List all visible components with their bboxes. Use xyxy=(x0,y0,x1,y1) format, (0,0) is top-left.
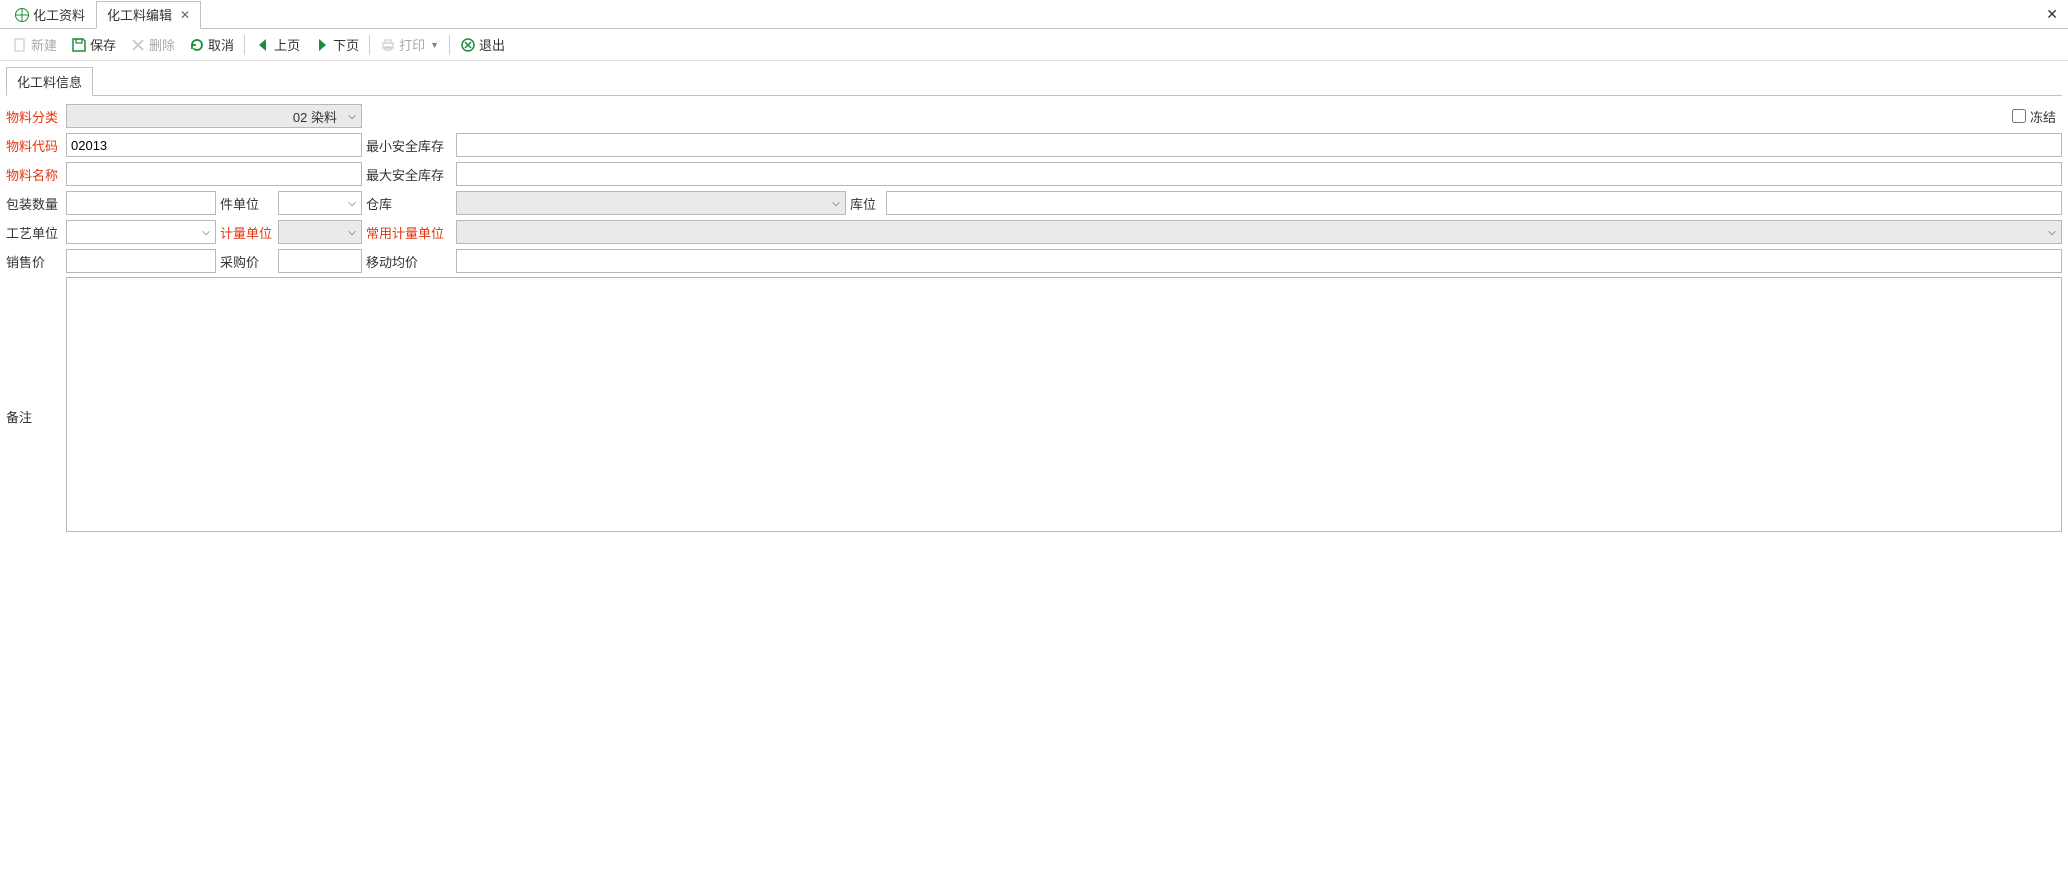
tab-chemical-edit[interactable]: 化工料编辑 ✕ xyxy=(96,1,201,29)
label-location: 库位 xyxy=(850,194,886,213)
label-pack-qty: 包装数量 xyxy=(6,194,66,213)
min-safe-stock-input[interactable] xyxy=(456,133,2062,157)
content-tab-label: 化工料信息 xyxy=(17,75,82,90)
toolbar-separator xyxy=(449,35,450,55)
tab-label: 化工资料 xyxy=(33,5,85,24)
max-safe-stock-input[interactable] xyxy=(456,162,2062,186)
remark-textarea[interactable] xyxy=(66,277,2062,532)
label-purchase-price: 采购价 xyxy=(220,252,278,271)
prev-label: 上页 xyxy=(274,35,300,54)
label-material-name: 物料名称 xyxy=(6,165,66,184)
print-icon xyxy=(380,37,396,53)
next-icon xyxy=(314,37,330,53)
label-max-safe-stock: 最大安全库存 xyxy=(366,165,456,184)
content-tabs: 化工料信息 xyxy=(0,61,2068,96)
location-input[interactable] xyxy=(886,191,2062,215)
warehouse-select[interactable]: ⌵ xyxy=(456,191,846,215)
next-label: 下页 xyxy=(333,35,359,54)
new-button[interactable]: 新建 xyxy=(6,32,63,57)
measure-unit-select[interactable]: ⌵ xyxy=(278,220,362,244)
material-name-input[interactable] xyxy=(66,162,362,186)
label-warehouse: 仓库 xyxy=(366,194,456,213)
piece-unit-select[interactable]: ⌵ xyxy=(278,191,362,215)
delete-label: 删除 xyxy=(149,35,175,54)
new-icon xyxy=(12,37,28,53)
chevron-down-icon: ⌵ xyxy=(343,111,361,122)
freeze-label: 冻结 xyxy=(2030,107,2056,126)
chevron-down-icon: ⌵ xyxy=(343,227,361,238)
exit-icon xyxy=(460,37,476,53)
freeze-checkbox[interactable]: 冻结 xyxy=(2012,107,2062,126)
exit-label: 退出 xyxy=(479,35,505,54)
prev-icon xyxy=(255,37,271,53)
save-label: 保存 xyxy=(90,35,116,54)
process-unit-select[interactable]: ⌵ xyxy=(66,220,216,244)
tab-material-info[interactable]: 化工料信息 xyxy=(6,67,93,96)
exit-button[interactable]: 退出 xyxy=(454,32,511,57)
window-close-button[interactable]: ✕ xyxy=(2036,2,2068,27)
label-sale-price: 销售价 xyxy=(6,252,66,271)
label-material-category: 物料分类 xyxy=(6,107,66,126)
label-min-safe-stock: 最小安全库存 xyxy=(366,136,456,155)
sale-price-input[interactable] xyxy=(66,249,216,273)
moving-avg-price-input xyxy=(456,249,2062,273)
label-moving-avg-price: 移动均价 xyxy=(366,252,456,271)
tab-chemical-data[interactable]: 化工资料 xyxy=(4,0,96,28)
chevron-down-icon: ⌵ xyxy=(343,198,361,209)
label-material-code: 物料代码 xyxy=(6,136,66,155)
next-page-button[interactable]: 下页 xyxy=(308,32,365,57)
globe-icon xyxy=(15,8,29,22)
save-icon xyxy=(71,37,87,53)
delete-button[interactable]: 删除 xyxy=(124,32,181,57)
label-measure-unit: 计量单位 xyxy=(220,223,278,242)
label-process-unit: 工艺单位 xyxy=(6,223,66,242)
label-remark: 备注 xyxy=(6,277,66,426)
toolbar: 新建 保存 删除 取消 上页 下页 打印 ▼ 退出 xyxy=(0,29,2068,61)
cancel-button[interactable]: 取消 xyxy=(183,32,240,57)
chevron-down-icon: ⌵ xyxy=(197,227,215,238)
chevron-down-icon: ⌵ xyxy=(2043,227,2061,238)
chevron-down-icon: ⌵ xyxy=(827,198,845,209)
tab-label: 化工料编辑 xyxy=(107,5,172,24)
cancel-icon xyxy=(189,37,205,53)
prev-page-button[interactable]: 上页 xyxy=(249,32,306,57)
common-measure-unit-select[interactable]: ⌵ xyxy=(456,220,2062,244)
save-button[interactable]: 保存 xyxy=(65,32,122,57)
app-tabs-bar: 化工资料 化工料编辑 ✕ ✕ xyxy=(0,0,2068,29)
material-code-input[interactable] xyxy=(66,133,362,157)
toolbar-separator xyxy=(369,35,370,55)
pack-qty-input[interactable] xyxy=(66,191,216,215)
purchase-price-input[interactable] xyxy=(278,249,362,273)
delete-icon xyxy=(130,37,146,53)
print-label: 打印 xyxy=(399,35,425,54)
material-category-select[interactable]: 02 染料 ⌵ xyxy=(66,104,362,128)
print-button[interactable]: 打印 ▼ xyxy=(374,32,445,57)
material-form: 物料分类 02 染料 ⌵ 冻结 物料代码 最小安全库存 物料名称 最大安全库存 … xyxy=(0,96,2068,541)
label-common-measure-unit: 常用计量单位 xyxy=(366,223,456,242)
toolbar-separator xyxy=(244,35,245,55)
freeze-checkbox-input[interactable] xyxy=(2012,109,2026,123)
cancel-label: 取消 xyxy=(208,35,234,54)
new-label: 新建 xyxy=(31,35,57,54)
material-category-value: 02 染料 xyxy=(67,107,343,126)
close-icon[interactable]: ✕ xyxy=(180,8,190,22)
chevron-down-icon: ▼ xyxy=(430,40,439,50)
label-piece-unit: 件单位 xyxy=(220,194,278,213)
